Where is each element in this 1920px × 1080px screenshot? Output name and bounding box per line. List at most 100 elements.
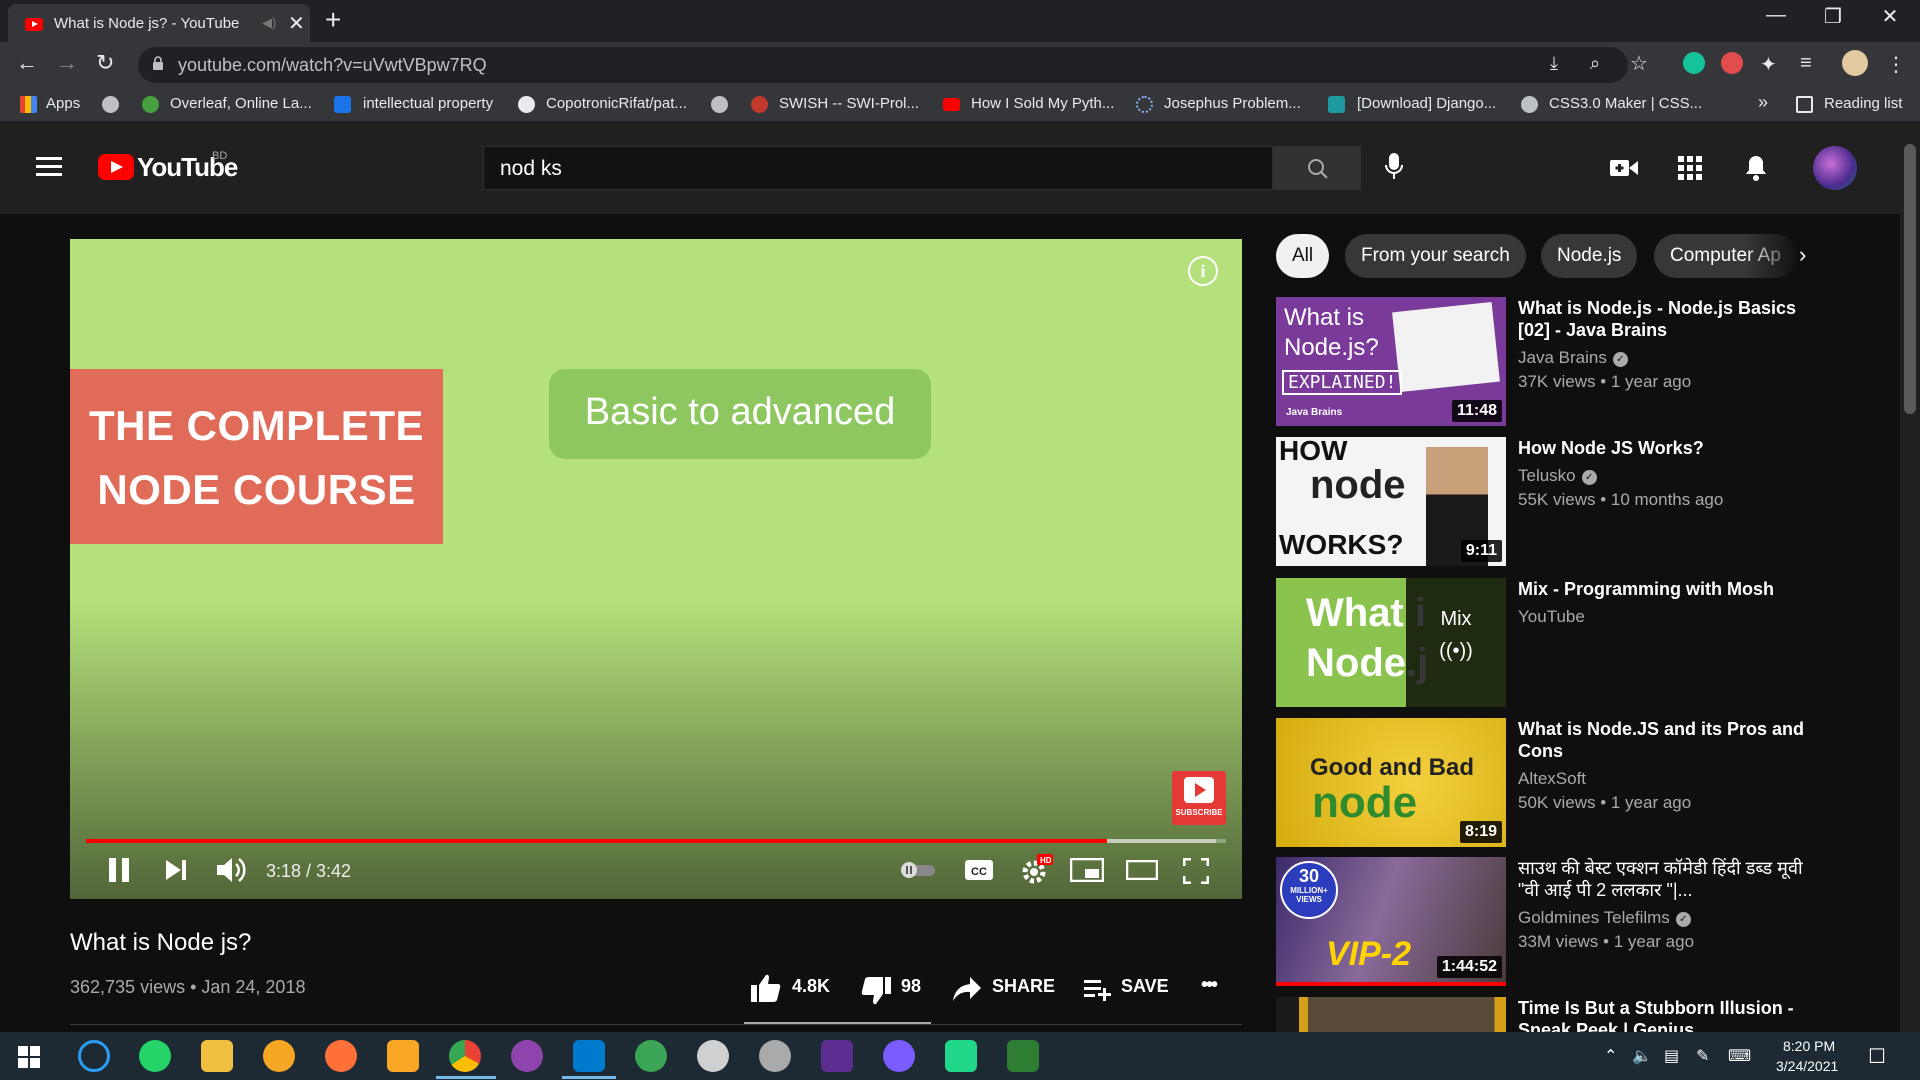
browser-tab-youtube[interactable]: What is Node js? - YouTube ◀) ✕ [8, 4, 310, 42]
volume-icon[interactable] [215, 855, 247, 885]
new-tab-icon[interactable]: + [325, 4, 341, 36]
video-thumbnail[interactable] [1276, 997, 1506, 1032]
volume-tray-icon[interactable]: 🔈 [1632, 1046, 1652, 1066]
recommendation-title[interactable]: How Node JS Works? [1518, 437, 1808, 459]
chip-nodejs[interactable]: Node.js [1541, 234, 1638, 278]
channel-name[interactable]: AltexSoft [1518, 769, 1586, 789]
app-icon[interactable] [759, 1040, 791, 1072]
video-thumbnail[interactable]: What is Node.js? EXPLAINED! Java Brains … [1276, 297, 1506, 426]
save-button[interactable]: SAVE [1121, 976, 1169, 997]
recommendation-item[interactable]: Good and Bad node 8:19 What is Node.JS a… [1276, 718, 1806, 848]
clock-date[interactable]: 3/24/2021 [1776, 1058, 1838, 1074]
recommendation-item[interactable]: 30 MILLION+ VIEWS VIP-2 1:44:52 साउथ की … [1276, 857, 1806, 987]
bookmark-intellectual-property[interactable]: intellectual property [363, 95, 493, 112]
grammarly-extension-icon[interactable] [1683, 52, 1705, 74]
share-icon[interactable] [952, 976, 982, 1002]
fullscreen-icon[interactable] [1183, 858, 1209, 884]
install-app-icon[interactable]: ⤓ [1550, 53, 1558, 74]
reload-icon[interactable]: ↻ [96, 50, 114, 76]
globe-icon[interactable] [711, 96, 728, 113]
windows-start-icon[interactable] [18, 1046, 40, 1068]
address-bar[interactable]: youtube.com/watch?v=uVwtVBpw7RQ ⤓ ⌕ ☆ [138, 47, 1648, 83]
chrome-icon[interactable] [449, 1040, 481, 1072]
video-thumbnail[interactable]: HOW node WORKS? 9:11 [1276, 437, 1506, 566]
chip-from-your-search[interactable]: From your search [1345, 234, 1526, 278]
app-icon[interactable] [697, 1040, 729, 1072]
closed-captions-icon[interactable]: CC [964, 859, 994, 881]
back-icon[interactable]: ← [16, 50, 38, 76]
video-thumbnail[interactable]: 30 MILLION+ VIEWS VIP-2 1:44:52 [1276, 857, 1506, 986]
reading-list-button[interactable]: Reading list [1824, 95, 1902, 112]
user-avatar[interactable] [1813, 146, 1857, 190]
like-icon[interactable] [750, 973, 782, 1003]
firefox-icon[interactable] [325, 1040, 357, 1072]
miniplayer-icon[interactable] [1070, 858, 1104, 882]
scrollbar-thumb[interactable] [1904, 144, 1916, 414]
recommendation-title[interactable]: What is Node.JS and its Pros and Cons [1518, 718, 1808, 762]
create-video-icon[interactable] [1610, 158, 1638, 178]
notifications-tray-icon[interactable]: ☐ [1868, 1044, 1886, 1069]
app-icon[interactable] [263, 1040, 295, 1072]
show-hidden-icons-icon[interactable]: ⌃ [1604, 1046, 1617, 1066]
search-input[interactable]: nod ks [483, 146, 1273, 190]
notifications-bell-icon[interactable] [1744, 154, 1768, 182]
bookmark-josephus[interactable]: Josephus Problem... [1164, 95, 1301, 112]
app-icon[interactable] [387, 1040, 419, 1072]
pen-tray-icon[interactable]: ✎ [1696, 1046, 1709, 1066]
progress-bar[interactable] [86, 839, 1226, 843]
subscribe-watermark[interactable]: SUBSCRIBE [1172, 771, 1226, 825]
minimize-window-icon[interactable]: — [1756, 4, 1796, 27]
bookmark-swish[interactable]: SWISH -- SWI-Prol... [779, 95, 919, 112]
channel-name[interactable]: Java Brains ✓ [1518, 348, 1628, 368]
visual-studio-icon[interactable] [821, 1040, 853, 1072]
zoom-icon[interactable]: ⌕ [1590, 53, 1600, 74]
keyboard-tray-icon[interactable]: ⌨ [1728, 1046, 1751, 1066]
recommendation-title[interactable]: What is Node.js - Node.js Basics [02] - … [1518, 297, 1808, 341]
extensions-puzzle-icon[interactable]: ✦ [1760, 52, 1777, 77]
page-scrollbar[interactable] [1900, 122, 1920, 1032]
bookmark-overleaf[interactable]: Overleaf, Online La... [170, 95, 312, 112]
globe-icon[interactable] [102, 96, 119, 113]
save-playlist-icon[interactable] [1084, 978, 1112, 1002]
youtube-logo-icon[interactable] [98, 154, 134, 180]
autoplay-toggle-icon[interactable] [899, 860, 937, 880]
recommendation-title[interactable]: Time Is But a Stubborn Illusion - Sneak … [1518, 997, 1806, 1032]
dislike-icon[interactable] [860, 976, 892, 1006]
browser-menu-icon[interactable]: ⋮ [1886, 52, 1906, 77]
file-explorer-icon[interactable] [201, 1040, 233, 1072]
like-count[interactable]: 4.8K [792, 976, 830, 997]
video-player[interactable]: i THE COMPLETE NODE COURSE Basic to adva… [70, 239, 1242, 899]
recommendation-item[interactable]: What is Node.js? EXPLAINED! Java Brains … [1276, 297, 1806, 427]
channel-name[interactable]: YouTube [1518, 607, 1585, 627]
whatsapp-icon[interactable] [139, 1040, 171, 1072]
recommendation-title[interactable]: साउथ की बेस्ट एक्शन कॉमेडी हिंदी डब्ड मू… [1518, 857, 1808, 901]
next-video-icon[interactable] [164, 859, 188, 881]
video-thumbnail[interactable]: Good and Bad node 8:19 [1276, 718, 1506, 847]
restore-window-icon[interactable]: ❐ [1813, 4, 1853, 29]
github-desktop-icon[interactable] [511, 1040, 543, 1072]
hamburger-menu-icon[interactable] [36, 157, 62, 177]
chip-all[interactable]: All [1276, 234, 1330, 278]
recommendation-item[interactable]: HOW node WORKS? 9:11 How Node JS Works? … [1276, 437, 1806, 567]
bookmark-apps[interactable]: Apps [46, 95, 80, 112]
pause-icon[interactable] [107, 856, 131, 884]
info-icon[interactable]: i [1188, 256, 1218, 286]
dislike-count[interactable]: 98 [901, 976, 921, 997]
recommendation-item[interactable]: What i Node.j Mix ((•)) Mix - Programmin… [1276, 578, 1806, 708]
recommendation-item[interactable]: Time Is But a Stubborn Illusion - Sneak … [1276, 997, 1806, 1032]
video-thumbnail[interactable]: What i Node.j Mix ((•)) [1276, 578, 1506, 707]
app-icon[interactable] [78, 1040, 110, 1072]
more-bookmarks-button[interactable]: » [1758, 92, 1768, 113]
tab-audio-icon[interactable]: ◀) [262, 15, 276, 31]
bookmark-copotronic[interactable]: CopotronicRifat/pat... [546, 95, 687, 112]
profile-avatar-icon[interactable] [1842, 50, 1868, 76]
more-actions-icon[interactable]: ••• [1201, 974, 1218, 997]
network-tray-icon[interactable]: ▤ [1664, 1046, 1679, 1066]
tab-close-icon[interactable]: ✕ [288, 11, 305, 36]
clock-time[interactable]: 8:20 PM [1783, 1038, 1835, 1054]
channel-name[interactable]: Goldmines Telefilms ✓ [1518, 908, 1691, 928]
bookmark-how-i-sold[interactable]: How I Sold My Pyth... [971, 95, 1114, 112]
apps-grid-icon[interactable] [1678, 156, 1702, 180]
forward-icon[interactable]: → [56, 50, 78, 76]
chevron-right-icon[interactable]: › [1799, 242, 1806, 268]
